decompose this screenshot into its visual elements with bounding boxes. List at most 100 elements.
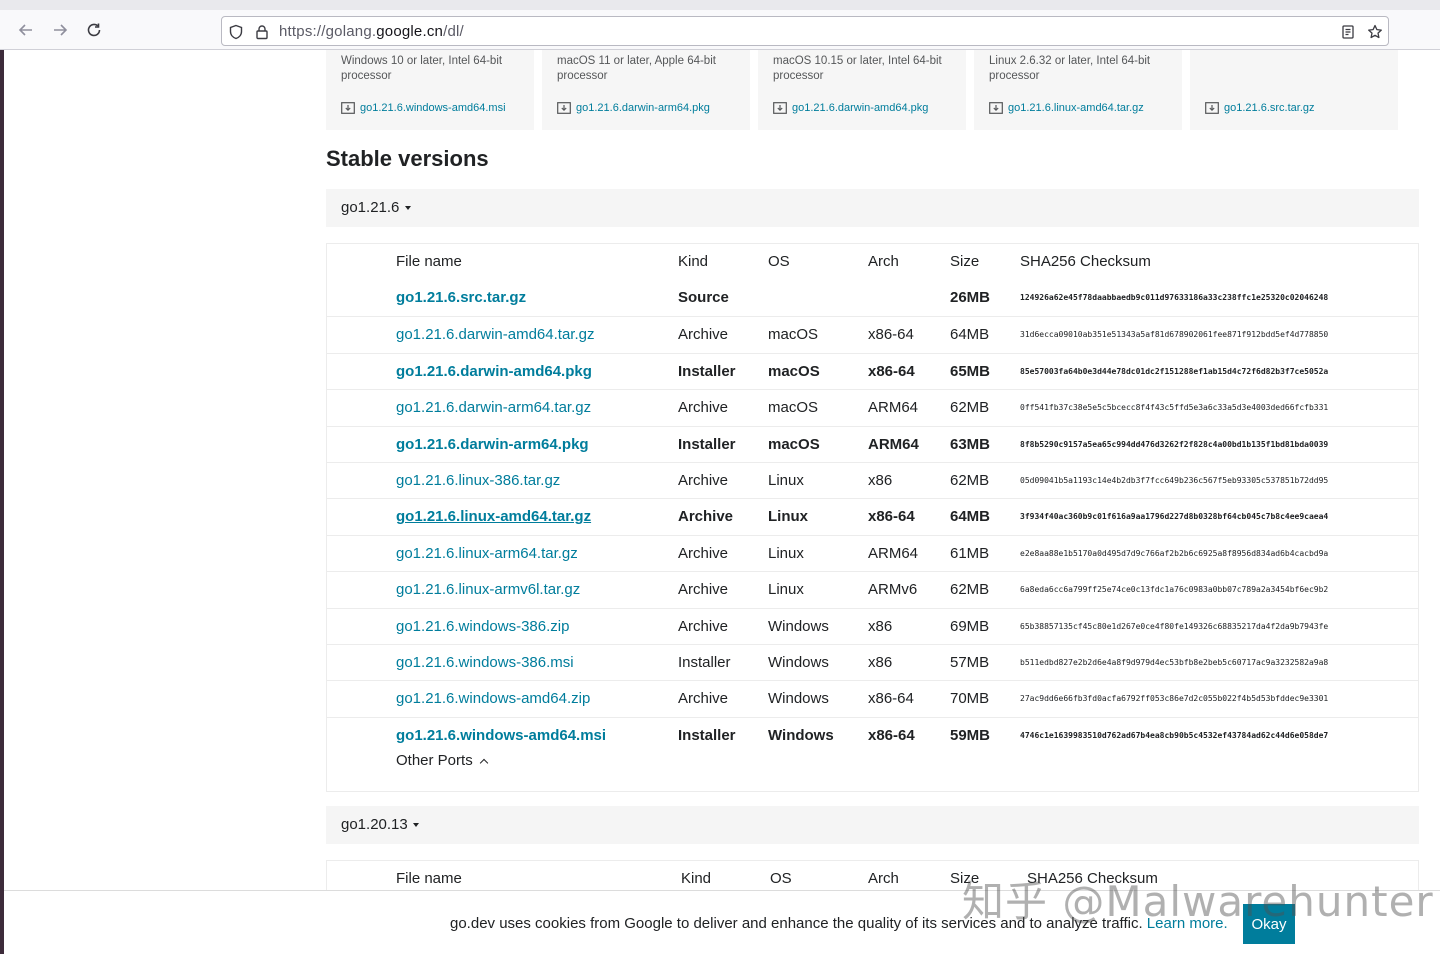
cell-arch: x86-64	[868, 690, 914, 708]
cell-os: macOS	[768, 326, 819, 344]
file-link[interactable]: go1.21.6.windows-amd64.msi	[396, 718, 606, 754]
file-link[interactable]: go1.21.6.windows-386.zip	[396, 609, 569, 645]
cell-kind: Archive	[678, 508, 734, 526]
tab-strip-edge	[0, 0, 1440, 10]
cell-size: 64MB	[950, 508, 991, 526]
featured-download-card[interactable]: Windows 10 or later, Intel 64-bit proces…	[326, 50, 534, 130]
cell-arch: x86	[868, 654, 893, 671]
cell-sha: 124926a62e45f78daabbaedb9c011d97633186a3…	[1020, 293, 1329, 302]
column-header: Arch	[868, 253, 899, 270]
table-row: go1.21.6.windows-386.msi Installer Windows…	[327, 644, 1418, 680]
version-toggle[interactable]: go1.21.6	[326, 189, 1419, 227]
featured-file-link[interactable]: go1.21.6.darwin-arm64.pkg	[557, 102, 710, 114]
cell-size: 69MB	[950, 617, 990, 635]
cell-os: Windows	[768, 654, 829, 671]
shield-icon[interactable]	[227, 23, 245, 41]
featured-file-link[interactable]: go1.21.6.src.tar.gz	[1205, 102, 1315, 114]
download-icon	[557, 102, 571, 114]
file-link[interactable]: go1.21.6.linux-amd64.tar.gz	[396, 499, 591, 535]
cell-os: macOS	[768, 435, 820, 453]
url-bar[interactable]: https://golang.google.cn/dl/	[221, 16, 1389, 46]
caret-down-icon	[405, 206, 411, 210]
cell-kind: Archive	[678, 544, 729, 562]
table-row: go1.21.6.linux-386.tar.gz Archive Linux x86…	[327, 462, 1418, 498]
cell-os: Linux	[768, 544, 804, 562]
cell-sha: 31d6ecca09010ab351e51343a5af81d678902061…	[1020, 330, 1329, 340]
cell-kind: Installer	[678, 362, 736, 380]
reload-button[interactable]	[82, 18, 106, 42]
file-link[interactable]: go1.21.6.windows-386.msi	[396, 645, 574, 681]
file-link[interactable]: go1.21.6.darwin-arm64.pkg	[396, 427, 589, 463]
featured-download-card[interactable]: Linux 2.6.32 or later, Intel 64-bit proc…	[974, 50, 1182, 130]
file-link[interactable]: go1.21.6.darwin-amd64.tar.gz	[396, 317, 594, 353]
bookmark-star-icon[interactable]	[1366, 23, 1384, 41]
section-title: Stable versions	[326, 146, 489, 171]
cell-size: 65MB	[950, 362, 991, 380]
featured-description: macOS 11 or later, Apple 64-bit processo…	[557, 55, 716, 82]
caret-down-icon	[413, 823, 419, 827]
file-link[interactable]: go1.21.6.windows-amd64.zip	[396, 681, 590, 717]
cell-arch: x86-64	[868, 508, 915, 526]
downloads-table: File name Kind OS Arch Size SHA256 Check…	[326, 243, 1419, 792]
featured-download-card[interactable]: macOS 10.15 or later, Intel 64-bit proce…	[758, 50, 966, 130]
cell-arch: x86-64	[868, 326, 914, 344]
cell-kind: Archive	[678, 399, 729, 417]
version-name[interactable]: go1.21.6	[341, 199, 399, 216]
cell-os: Linux	[768, 472, 804, 489]
file-link[interactable]: go1.21.6.linux-armv6l.tar.gz	[396, 572, 580, 608]
cell-os: Windows	[768, 726, 834, 744]
file-link[interactable]: go1.21.6.darwin-amd64.pkg	[396, 354, 592, 390]
forward-button[interactable]	[48, 18, 72, 42]
featured-description: Windows 10 or later, Intel 64-bit proces…	[341, 55, 503, 82]
table-row: go1.21.6.src.tar.gz Source 26MB 124926a62e4…	[327, 280, 1418, 316]
file-link[interactable]: go1.21.6.src.tar.gz	[396, 280, 526, 316]
cell-kind: Archive	[678, 617, 729, 635]
watermark: 知乎 @Malwarehunter	[962, 877, 1434, 926]
cell-os: macOS	[768, 362, 820, 380]
featured-file-link[interactable]: go1.21.6.windows-amd64.msi	[341, 102, 506, 114]
cell-arch: ARMv6	[868, 581, 918, 599]
featured-description: macOS 10.15 or later, Intel 64-bit proce…	[773, 55, 942, 82]
browser-toolbar: https://golang.google.cn/dl/	[0, 0, 1440, 50]
lock-icon[interactable]	[253, 23, 271, 41]
download-icon	[773, 102, 787, 114]
file-link[interactable]: go1.21.6.darwin-arm64.tar.gz	[396, 390, 591, 426]
featured-download-card[interactable]: macOS 11 or later, Apple 64-bit processo…	[542, 50, 750, 130]
cell-kind: Source	[678, 289, 729, 306]
cell-size: 61MB	[950, 544, 990, 562]
version-toggle[interactable]: go1.20.13	[326, 806, 1419, 844]
download-icon	[1205, 102, 1219, 114]
back-button[interactable]	[14, 18, 38, 42]
desktop-edge	[0, 50, 4, 954]
table-row: go1.21.6.windows-amd64.zip Archive Windows…	[327, 680, 1418, 716]
other-ports-toggle[interactable]: Other Ports	[396, 752, 488, 769]
column-header: OS	[768, 253, 790, 270]
cell-sha: 85e57003fa64b0e3d44e78dc01dc2f151288ef1a…	[1020, 366, 1329, 376]
cell-sha: 0ff541fb37c38e5e5c5bcecc8f4f43c5ffd5e3a6…	[1020, 403, 1329, 413]
column-header: SHA256 Checksum	[1020, 253, 1151, 270]
cell-arch: x86-64	[868, 726, 915, 744]
featured-file-link[interactable]: go1.21.6.darwin-amd64.pkg	[773, 102, 928, 114]
url-text[interactable]: https://golang.google.cn/dl/	[279, 23, 464, 40]
file-link[interactable]: go1.21.6.linux-386.tar.gz	[396, 463, 560, 499]
featured-download-card[interactable]: go1.21.6.src.tar.gz	[1190, 50, 1398, 130]
table-row: go1.21.6.linux-amd64.tar.gz Archive Linux x…	[327, 498, 1418, 534]
cell-sha: b511edbd827e2b2d6e4a8f9d979d4ec53bfb8e2b…	[1020, 658, 1329, 667]
version-name[interactable]: go1.20.13	[341, 816, 408, 833]
cell-sha: 27ac9dd6e66fb3fd0acfa6792ff053c86e7d2c05…	[1020, 694, 1329, 704]
featured-file-link[interactable]: go1.21.6.linux-amd64.tar.gz	[989, 102, 1144, 114]
cell-sha: 6a8eda6cc6a799ff25e74ce0c13fdc1a76c0983a…	[1020, 585, 1329, 595]
cell-arch: ARM64	[868, 399, 919, 417]
reader-view-icon[interactable]	[1339, 23, 1357, 41]
featured-description: Linux 2.6.32 or later, Intel 64-bit proc…	[989, 55, 1151, 82]
cell-sha: e2e8aa88e1b5170a0d495d7d9c766af2b2b6c692…	[1020, 548, 1329, 558]
cell-sha: 05d09041b5a1193c14e4b2db3f7fcc649b236c56…	[1020, 476, 1329, 485]
column-header: File name	[396, 253, 462, 270]
cell-kind: Archive	[678, 326, 729, 344]
table-row: go1.21.6.darwin-amd64.tar.gz Archive macOS…	[327, 316, 1418, 352]
cell-os: Linux	[768, 581, 804, 599]
file-link[interactable]: go1.21.6.linux-arm64.tar.gz	[396, 536, 578, 572]
cell-arch: ARM64	[868, 435, 919, 453]
cell-size: 62MB	[950, 472, 990, 489]
cell-sha: 8f8b5290c9157a5ea65c994dd476d3262f2f828c…	[1020, 439, 1329, 449]
